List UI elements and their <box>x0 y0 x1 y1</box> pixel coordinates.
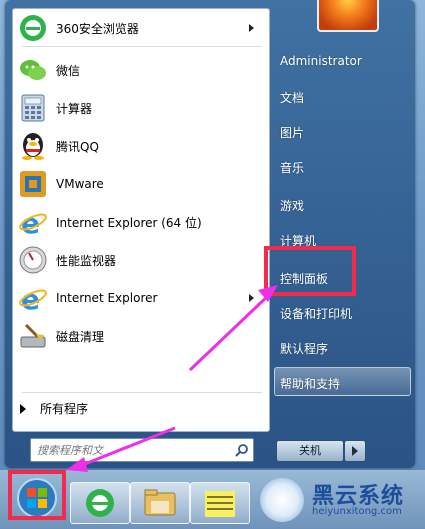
start-button-highlight-box <box>8 470 66 520</box>
submenu-arrow-icon[interactable] <box>249 294 254 302</box>
qq-penguin-icon <box>18 131 48 161</box>
submenu-arrow-icon[interactable] <box>249 24 254 32</box>
games-link[interactable]: 游戏 <box>280 197 304 214</box>
internet-explorer-icon: e <box>18 283 48 316</box>
program-item-ie-64[interactable]: e Internet Explorer (64 位) <box>18 204 264 240</box>
program-item-performance-monitor[interactable]: 性能监视器 <box>18 242 264 278</box>
program-item-qq[interactable]: 腾讯QQ <box>18 128 264 164</box>
program-item-ie[interactable]: e Internet Explorer <box>18 280 264 316</box>
program-item-disk-cleanup[interactable]: 磁盘清理 <box>18 318 264 354</box>
disk-cleanup-icon <box>18 321 48 351</box>
360-browser-icon <box>86 489 114 517</box>
calculator-icon <box>18 93 48 123</box>
user-name-link[interactable]: Administrator <box>280 54 362 68</box>
notes-icon <box>205 491 235 517</box>
program-item-360-browser[interactable]: 360安全浏览器 <box>18 10 264 46</box>
music-link[interactable]: 音乐 <box>280 159 304 176</box>
program-label: 360安全浏览器 <box>56 21 139 36</box>
watermark-url: heiyunxitong.com <box>312 506 402 517</box>
program-label: 磁盘清理 <box>56 329 105 344</box>
program-item-calculator[interactable]: 计算器 <box>18 90 264 126</box>
pictures-link[interactable]: 图片 <box>280 124 304 141</box>
shutdown-button[interactable]: 关机 <box>276 440 344 462</box>
watermark-logo-icon <box>260 478 304 522</box>
default-programs-link[interactable]: 默认程序 <box>280 340 328 357</box>
program-label: 微信 <box>56 63 81 78</box>
program-label: Internet Explorer (64 位) <box>56 215 202 230</box>
search-box[interactable] <box>30 438 254 462</box>
wechat-icon <box>18 55 48 85</box>
taskbar-explorer-button[interactable] <box>130 482 190 524</box>
play-arrow-icon <box>20 403 26 414</box>
program-item-vmware[interactable]: VMware <box>18 166 264 202</box>
program-item-wechat[interactable]: 微信 <box>18 52 264 88</box>
help-support-link[interactable]: 帮助和支持 <box>280 375 340 392</box>
divider <box>22 46 262 47</box>
program-label: 腾讯QQ <box>56 139 99 154</box>
taskbar-360-browser-button[interactable] <box>70 482 130 524</box>
all-programs-label: 所有程序 <box>40 402 89 416</box>
internet-explorer-icon: e <box>18 207 48 240</box>
folder-icon <box>144 489 176 516</box>
devices-printers-link[interactable]: 设备和打印机 <box>280 305 352 322</box>
all-programs-button[interactable]: 所有程序 <box>20 400 88 417</box>
search-input[interactable] <box>35 441 229 459</box>
user-avatar[interactable] <box>317 0 379 32</box>
vmware-icon <box>18 169 48 199</box>
program-label: 计算器 <box>56 101 93 116</box>
shutdown-options-arrow-icon[interactable] <box>344 440 366 462</box>
performance-monitor-icon <box>18 245 48 275</box>
control-panel-highlight-box <box>264 246 356 296</box>
magnifier-icon[interactable] <box>235 442 249 461</box>
taskbar-notes-button[interactable] <box>190 482 250 524</box>
documents-link[interactable]: 文档 <box>280 89 304 106</box>
program-label: 性能监视器 <box>56 253 117 268</box>
program-label: VMware <box>56 177 104 191</box>
divider <box>22 392 262 393</box>
program-label: Internet Explorer <box>56 291 158 305</box>
360-browser-icon <box>18 13 48 43</box>
